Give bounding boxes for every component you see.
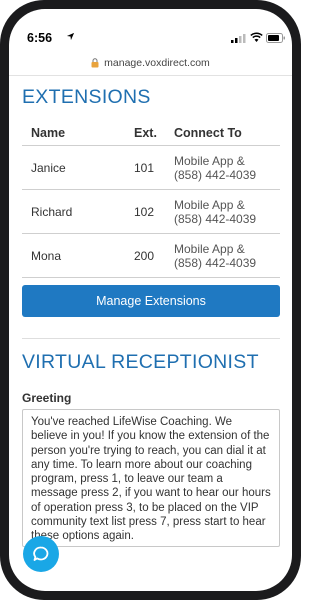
url-text: manage.voxdirect.com (104, 57, 210, 69)
cellular-signal-icon (231, 34, 246, 43)
table-row[interactable]: Janice 101 Mobile App & (858) 442-4039 (22, 146, 280, 190)
row-connect: Mobile App & (858) 442-4039 (174, 198, 257, 226)
extensions-title: EXTENSIONS (22, 86, 151, 108)
receptionist-title: VIRTUAL RECEPTIONIST (22, 351, 259, 373)
location-arrow-icon (66, 32, 75, 41)
greeting-textarea[interactable]: You've reached LifeWise Coaching. We bel… (22, 409, 280, 547)
column-header-ext: Ext. (134, 126, 157, 140)
chat-bubble-icon (33, 546, 49, 561)
row-name: Mona (31, 249, 62, 263)
phone-frame: 6:56 manage.voxdirect.com EXTENSIONS Nam… (0, 0, 301, 600)
row-name: Janice (31, 161, 66, 175)
table-header: Name Ext. Connect To (22, 115, 280, 146)
phone-screen: 6:56 manage.voxdirect.com EXTENSIONS Nam… (9, 9, 292, 591)
column-header-name: Name (31, 126, 66, 140)
greeting-label: Greeting (22, 391, 72, 405)
row-name: Richard (31, 205, 73, 219)
table-row[interactable]: Richard 102 Mobile App & (858) 442-4039 (22, 190, 280, 234)
wifi-icon (250, 32, 263, 42)
battery-icon (266, 33, 285, 43)
row-ext: 101 (134, 161, 155, 175)
row-connect: Mobile App & (858) 442-4039 (174, 154, 257, 182)
column-header-connect: Connect To (174, 126, 242, 140)
address-bar[interactable]: manage.voxdirect.com (9, 55, 292, 71)
extensions-table: Name Ext. Connect To Janice 101 Mobile A… (22, 115, 280, 278)
row-ext: 102 (134, 205, 155, 219)
lock-icon (91, 58, 99, 68)
section-divider (22, 338, 280, 339)
manage-extensions-button[interactable]: Manage Extensions (22, 285, 280, 317)
status-bar: 6:56 (9, 9, 292, 49)
status-time: 6:56 (27, 31, 53, 45)
table-row[interactable]: Mona 200 Mobile App & (858) 442-4039 (22, 234, 280, 278)
row-connect: Mobile App & (858) 442-4039 (174, 242, 257, 270)
row-ext: 200 (134, 249, 155, 263)
chat-button[interactable] (23, 536, 59, 572)
address-divider (9, 75, 292, 76)
